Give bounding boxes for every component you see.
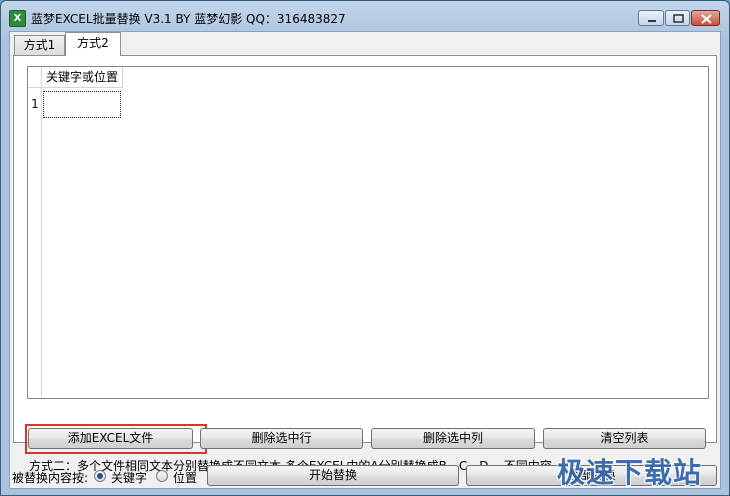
grid-row-header-strip: [28, 88, 42, 398]
watermark-text: 极速下载站: [557, 456, 703, 489]
maximize-button[interactable]: [665, 10, 690, 26]
title-bar[interactable]: X 蓝梦EXCEL批量替换 V3.1 BY 蓝梦幻影 QQ：316483827: [1, 1, 729, 31]
position-radio-label[interactable]: 位置: [173, 469, 197, 486]
tab-mode2[interactable]: 方式2: [65, 32, 121, 56]
client-area: 方式1 方式2 关键字或位置 1 添加EXCEL文件 删除选中行 删除选中列 清…: [9, 31, 721, 489]
grid-cell-editor[interactable]: [43, 91, 121, 118]
tab-mode1[interactable]: 方式1: [14, 35, 65, 55]
minimize-button[interactable]: [638, 10, 664, 26]
delete-selected-column-button[interactable]: 删除选中列: [371, 428, 535, 449]
position-radio[interactable]: [156, 470, 168, 482]
grid-corner-cell: [28, 67, 42, 88]
replace-by-label: 被替换内容按:: [12, 471, 89, 485]
add-excel-file-button[interactable]: 添加EXCEL文件: [28, 428, 193, 449]
tab-page-mode2: 关键字或位置 1 添加EXCEL文件 删除选中行 删除选中列 清空列表 方式二：…: [13, 55, 717, 473]
app-window: X 蓝梦EXCEL批量替换 V3.1 BY 蓝梦幻影 QQ：316483827 …: [0, 0, 730, 496]
keyword-grid[interactable]: 关键字或位置 1: [27, 66, 709, 399]
excel-app-icon: X: [9, 10, 26, 27]
minimize-icon: [648, 20, 656, 22]
start-replace-button[interactable]: 开始替换: [207, 465, 459, 486]
close-button[interactable]: [691, 10, 720, 26]
close-icon: [701, 14, 712, 24]
window-title: 蓝梦EXCEL批量替换 V3.1 BY 蓝梦幻影 QQ：316483827: [31, 12, 346, 26]
grid-row-number: 1: [31, 97, 39, 111]
clear-list-button[interactable]: 清空列表: [543, 428, 706, 449]
maximize-icon: [673, 14, 684, 23]
delete-selected-row-button[interactable]: 删除选中行: [200, 428, 363, 449]
grid-column-header[interactable]: 关键字或位置: [42, 67, 123, 88]
keyword-radio-label[interactable]: 关键字: [111, 469, 147, 486]
keyword-radio[interactable]: [94, 470, 106, 482]
